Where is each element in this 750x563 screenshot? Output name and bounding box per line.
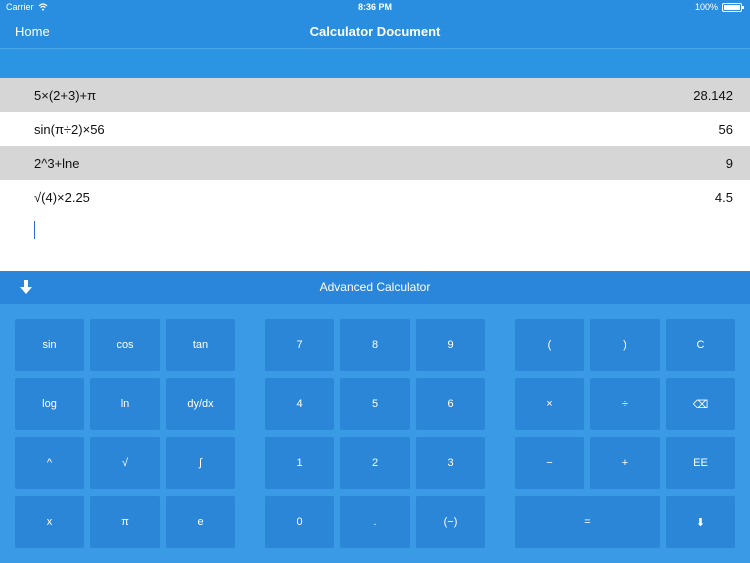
key-0[interactable]: 0 (265, 496, 334, 548)
key-derivative[interactable]: dy/dx (166, 378, 235, 430)
calculation-row[interactable]: √(4)×2.25 4.5 (0, 180, 750, 214)
calculation-document[interactable]: 5×(2+3)+π 28.142 sin(π÷2)×56 56 2^3+lne … (0, 78, 750, 271)
key-ee[interactable]: EE (666, 437, 735, 489)
row-result: 9 (725, 156, 733, 171)
calculator-header: Advanced Calculator (0, 271, 750, 304)
key-tan[interactable]: tan (166, 319, 235, 371)
key-ln[interactable]: ln (90, 378, 160, 430)
row-expression: 5×(2+3)+π (34, 88, 97, 103)
row-result: 28.142 (693, 88, 733, 103)
calculation-row[interactable]: 5×(2+3)+π 28.142 (0, 78, 750, 112)
key-log[interactable]: log (15, 378, 84, 430)
key-integral[interactable]: ∫ (166, 437, 235, 489)
row-expression: sin(π÷2)×56 (34, 122, 105, 137)
key-8[interactable]: 8 (340, 319, 410, 371)
key-left-paren[interactable]: ( (515, 319, 584, 371)
key-divide[interactable]: ÷ (590, 378, 660, 430)
key-6[interactable]: 6 (416, 378, 485, 430)
key-sin[interactable]: sin (15, 319, 84, 371)
key-decimal[interactable]: . (340, 496, 410, 548)
row-result: 4.5 (714, 190, 733, 205)
key-plus[interactable]: + (590, 437, 660, 489)
key-clear[interactable]: C (666, 319, 735, 371)
status-time: 8:36 PM (357, 2, 392, 12)
navigation-bar: Home Calculator Document (0, 15, 750, 48)
row-expression: √(4)×2.25 (34, 190, 90, 205)
keypad: sin cos tan log ln dy/dx ^ √ ∫ x π e 7 8… (0, 304, 750, 563)
backspace-icon[interactable]: ⌫ (666, 378, 735, 430)
key-right-paren[interactable]: ) (590, 319, 660, 371)
key-4[interactable]: 4 (265, 378, 334, 430)
status-bar: Carrier 8:36 PM 100% (0, 0, 750, 15)
battery-percent: 100% (694, 2, 718, 12)
key-negate[interactable]: (−) (416, 496, 485, 548)
calculator-title: Advanced Calculator (319, 280, 431, 294)
key-9[interactable]: 9 (416, 319, 485, 371)
key-2[interactable]: 2 (340, 437, 410, 489)
text-cursor (34, 221, 35, 239)
key-sqrt[interactable]: √ (90, 437, 160, 489)
row-result: 56 (718, 122, 733, 137)
key-power[interactable]: ^ (15, 437, 84, 489)
key-5[interactable]: 5 (340, 378, 410, 430)
key-cos[interactable]: cos (90, 319, 160, 371)
key-equals[interactable]: = (515, 496, 660, 548)
calculation-row[interactable]: sin(π÷2)×56 56 (0, 112, 750, 146)
key-7[interactable]: 7 (265, 319, 334, 371)
key-pi[interactable]: π (90, 496, 160, 548)
key-e[interactable]: e (166, 496, 235, 548)
calculation-row[interactable]: 2^3+lne 9 (0, 146, 750, 180)
battery-group: 100% (694, 2, 744, 12)
key-3[interactable]: 3 (416, 437, 485, 489)
key-minus[interactable]: − (515, 437, 584, 489)
page-title: Calculator Document (309, 24, 441, 39)
enter-arrow-icon[interactable]: ⬇ (666, 496, 735, 548)
key-1[interactable]: 1 (265, 437, 334, 489)
row-expression: 2^3+lne (34, 156, 80, 171)
key-x[interactable]: x (15, 496, 84, 548)
battery-icon (722, 2, 744, 12)
key-multiply[interactable]: × (515, 378, 584, 430)
toolbar-strip (0, 48, 750, 78)
